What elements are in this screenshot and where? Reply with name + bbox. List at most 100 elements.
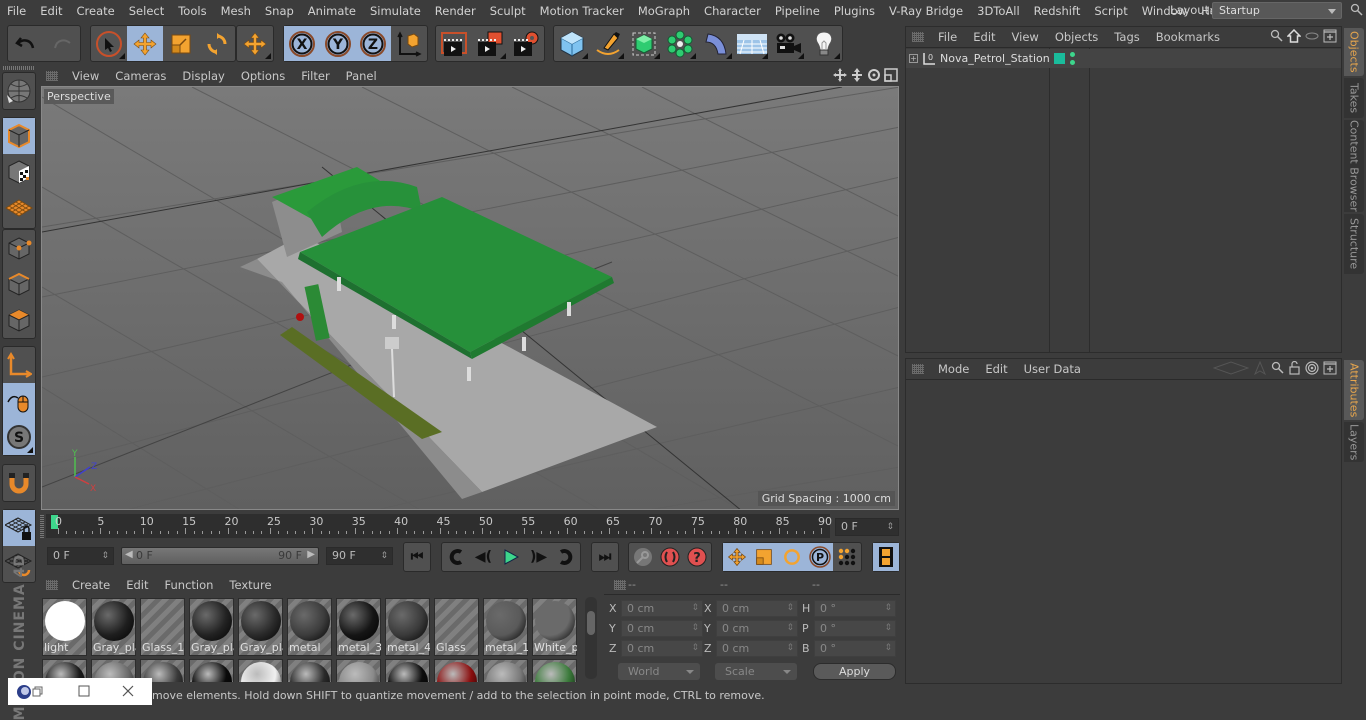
menu-script[interactable]: Script [1087,4,1134,18]
viewport-maximize-icon[interactable] [884,68,898,82]
material-menu-texture[interactable]: Texture [221,578,279,592]
start-frame-field[interactable]: 0 F [47,547,114,565]
material-swatch[interactable] [189,659,234,682]
menu-tools[interactable]: Tools [171,4,213,18]
make-editable-button[interactable] [3,73,35,109]
material-swatch[interactable] [434,659,479,682]
viewport-rotate-icon[interactable] [867,68,881,82]
object-name[interactable]: Nova_Petrol_Station [940,52,1050,65]
size-z-field[interactable]: 0 cm [716,640,798,657]
coordinates-grip[interactable] [614,580,626,590]
position-y-field[interactable]: 0 cm [621,620,703,637]
range-slider[interactable]: ◀ 0 F 90 F ▶ [121,547,319,565]
tab-takes[interactable]: Takes [1344,78,1364,118]
search-icon[interactable] [1350,3,1364,17]
material-swatch[interactable]: Glass [434,598,479,656]
left-toolbar-grip[interactable] [3,66,35,70]
material-swatch[interactable]: Gray_pla [91,598,136,656]
object-menu-objects[interactable]: Objects [1047,30,1106,44]
material-swatch[interactable]: metal_3 [336,598,381,656]
transform-type-dropdown[interactable]: Scale [715,663,797,680]
attribute-menu-user-data[interactable]: User Data [1016,362,1089,376]
expand-toggle-icon[interactable]: + [909,54,918,63]
range-right-arrow[interactable]: ▶ [307,549,315,560]
points-mode-button[interactable] [3,230,35,266]
coordinate-system-button[interactable] [237,26,273,61]
x-axis-lock-button[interactable]: X [284,26,320,61]
object-search-icon[interactable] [1270,29,1283,43]
menu-mesh[interactable]: Mesh [214,4,258,18]
tab-layers[interactable]: Layers [1344,422,1364,462]
solo-button[interactable]: S [3,419,35,455]
restore-icon[interactable] [32,686,44,698]
object-menu-bookmarks[interactable]: Bookmarks [1148,30,1228,44]
material-swatch[interactable] [483,659,528,682]
rotation-b-field[interactable]: 0 ° [814,640,896,657]
render-visibility-dot[interactable] [1070,60,1075,65]
render-settings-button[interactable] [508,26,544,61]
polygons-mode-button[interactable] [3,302,35,338]
model-mode-button[interactable] [3,118,35,154]
camera-button[interactable] [770,26,806,61]
menu-select[interactable]: Select [122,4,171,18]
previous-key-button[interactable] [442,543,470,571]
menu-create[interactable]: Create [70,4,122,18]
viewport-perspective[interactable]: Y Z X Perspective Grid Spacing : 1000 cm [41,86,899,510]
bend-deformer-button[interactable] [698,26,734,61]
attribute-search-icon[interactable] [1271,361,1284,375]
workplane-lock-button[interactable] [3,510,35,546]
menu-character[interactable]: Character [697,4,768,18]
cloner-button[interactable] [662,26,698,61]
menu-redshift[interactable]: Redshift [1027,4,1088,18]
rotation-p-field[interactable]: 0 ° [814,620,896,637]
target-icon[interactable] [1305,361,1319,375]
maximize-icon[interactable] [78,685,90,697]
cinema4d-app-icon[interactable] [16,684,32,700]
material-menu-function[interactable]: Function [157,578,222,592]
snap-button[interactable] [3,465,35,501]
tweak-mode-button[interactable] [3,383,35,419]
material-swatch[interactable] [385,659,430,682]
material-scrollbar-thumb[interactable] [587,611,595,635]
menu-pipeline[interactable]: Pipeline [768,4,827,18]
viewport-menu-cameras[interactable]: Cameras [107,69,174,83]
tab-structure[interactable]: Structure [1344,214,1364,274]
attribute-menu-mode[interactable]: Mode [930,362,977,376]
close-icon[interactable] [122,685,134,697]
light-button[interactable] [806,26,842,61]
material-swatch[interactable]: light [42,598,87,656]
live-selection-button[interactable] [91,26,127,61]
key-rotation-button[interactable] [778,543,806,571]
position-x-field[interactable]: 0 cm [621,600,703,617]
goto-end-button[interactable]: ⏭ [592,543,618,571]
next-frame-button[interactable]: )▶ [525,543,553,571]
apply-button[interactable]: Apply [813,663,896,680]
key-parameter-button[interactable]: P [805,543,834,571]
rotate-tool-button[interactable] [199,26,235,61]
undo-button[interactable] [8,26,44,61]
ellipse-icon[interactable] [1305,29,1319,43]
material-swatch[interactable]: metal_1 [483,598,528,656]
new-attribute-panel-icon[interactable] [1323,361,1337,375]
viewport-grip[interactable] [46,71,58,81]
material-swatch[interactable]: metal_4 [385,598,430,656]
material-swatch[interactable]: metal [287,598,332,656]
menu-edit[interactable]: Edit [33,4,69,18]
viewport-zoom-icon[interactable] [850,68,864,82]
previous-frame-button[interactable]: ◀( [470,543,498,571]
layer-color-tag[interactable] [1054,53,1065,64]
end-frame-field[interactable]: 90 F [326,547,393,565]
floor-button[interactable] [734,26,770,61]
timeline-ruler[interactable]: 0 5 10 15 20 25 30 35 40 45 50 55 60 65 70 75 80 85 90 [46,514,832,538]
material-menu-edit[interactable]: Edit [118,578,156,592]
menu-motion-tracker[interactable]: Motion Tracker [533,4,631,18]
menu-mograph[interactable]: MoGraph [631,4,697,18]
menu-animate[interactable]: Animate [301,4,363,18]
key-pla-button[interactable] [833,543,861,571]
back-arrow-icon[interactable] [1213,361,1249,375]
attribute-manager-grip[interactable] [912,364,924,374]
material-swatch[interactable] [287,659,332,682]
world-coordinates-button[interactable] [391,26,427,61]
menu-simulate[interactable]: Simulate [363,4,428,18]
play-button[interactable] [497,543,525,571]
